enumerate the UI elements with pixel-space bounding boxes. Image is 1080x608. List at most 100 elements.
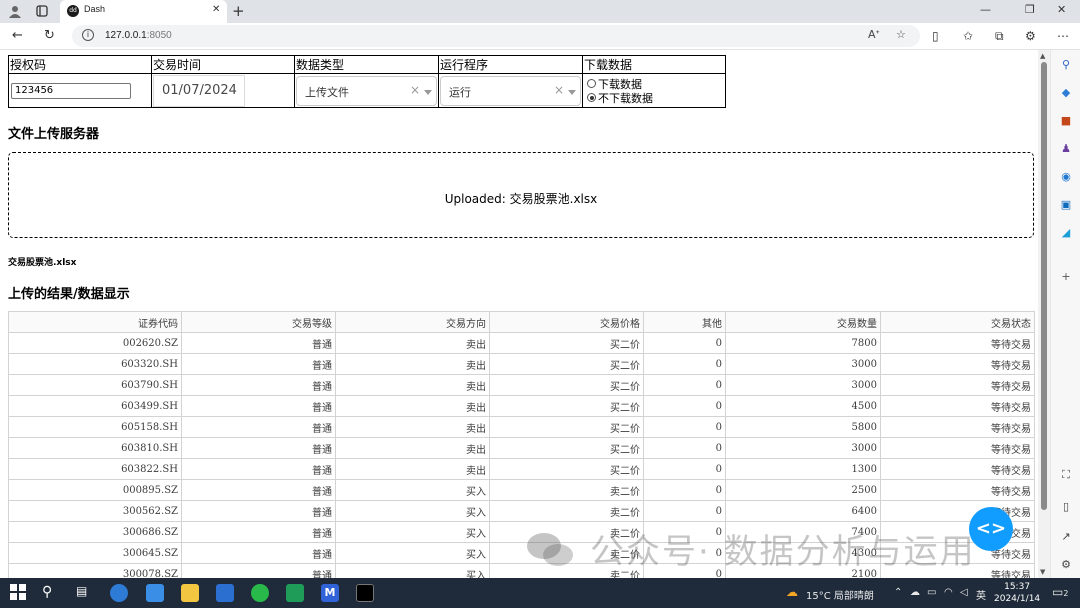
- site-info-icon[interactable]: i: [82, 29, 94, 41]
- table-cell[interactable]: 等待交易: [880, 479, 1035, 501]
- table-cell[interactable]: 普通: [181, 563, 336, 578]
- table-cell[interactable]: 买入: [335, 521, 490, 543]
- mail-icon[interactable]: [146, 584, 164, 602]
- column-header[interactable]: 交易状态: [880, 311, 1035, 333]
- table-cell[interactable]: 0: [643, 479, 726, 501]
- split-screen-icon[interactable]: ▯: [932, 29, 939, 43]
- refresh-icon[interactable]: ↻: [44, 28, 55, 43]
- table-cell[interactable]: 002620.SZ: [8, 332, 182, 354]
- table-cell[interactable]: 买入: [335, 542, 490, 564]
- table-cell[interactable]: 买入: [335, 563, 490, 578]
- table-cell[interactable]: 3000: [725, 437, 881, 459]
- table-cell[interactable]: 0: [643, 332, 726, 354]
- url-field[interactable]: i 127.0.0.1:8050 Aᐩ ☆: [72, 25, 920, 47]
- task-view-icon[interactable]: ▤: [76, 584, 94, 602]
- table-cell[interactable]: 普通: [181, 437, 336, 459]
- table-cell[interactable]: 普通: [181, 458, 336, 480]
- column-header[interactable]: 交易等级: [181, 311, 336, 333]
- table-cell[interactable]: 等待交易: [880, 500, 1035, 522]
- ime-indicator[interactable]: 英: [976, 587, 986, 602]
- table-cell[interactable]: 等待交易: [880, 458, 1035, 480]
- table-cell[interactable]: 3000: [725, 353, 881, 375]
- table-cell[interactable]: 普通: [181, 332, 336, 354]
- table-cell[interactable]: 5800: [725, 416, 881, 438]
- table-cell[interactable]: 卖出: [335, 458, 490, 480]
- screenshot-icon[interactable]: ⛶: [1059, 468, 1073, 482]
- tab-dash[interactable]: dd Dash ✕: [60, 0, 227, 23]
- run-program-dropdown[interactable]: 运行 ×: [440, 75, 581, 106]
- table-cell[interactable]: 卖出: [335, 416, 490, 438]
- onedrive-icon[interactable]: ☁: [910, 587, 920, 598]
- table-cell[interactable]: 卖出: [335, 437, 490, 459]
- table-cell[interactable]: 0: [643, 500, 726, 522]
- games-icon[interactable]: ♟: [1059, 142, 1073, 156]
- table-cell[interactable]: 买二价: [489, 416, 644, 438]
- table-cell[interactable]: 等待交易: [880, 332, 1035, 354]
- table-cell[interactable]: 等待交易: [880, 416, 1035, 438]
- page-nav-button[interactable]: <>: [969, 507, 1013, 551]
- cmd-icon[interactable]: [356, 584, 374, 602]
- table-cell[interactable]: 卖出: [335, 374, 490, 396]
- table-cell[interactable]: 等待交易: [880, 374, 1035, 396]
- table-cell[interactable]: 300686.SZ: [8, 521, 182, 543]
- table-cell[interactable]: 603499.SH: [8, 395, 182, 417]
- profile-icon[interactable]: [6, 3, 24, 19]
- scroll-down-icon[interactable]: ▼: [1040, 568, 1045, 576]
- table-cell[interactable]: 等待交易: [880, 395, 1035, 417]
- battery-icon[interactable]: ▭: [927, 587, 936, 598]
- sidebar-settings-icon[interactable]: ⚙: [1059, 558, 1073, 572]
- volume-icon[interactable]: ◁: [960, 587, 968, 598]
- read-aloud-icon[interactable]: Aᐩ: [868, 28, 880, 41]
- edge-icon[interactable]: [110, 584, 128, 602]
- favorite-star-icon[interactable]: ☆: [896, 28, 906, 41]
- radio-button[interactable]: [587, 79, 596, 88]
- table-cell[interactable]: 000895.SZ: [8, 479, 182, 501]
- table-cell[interactable]: 6400: [725, 500, 881, 522]
- table-cell[interactable]: 603790.SH: [8, 374, 182, 396]
- table-cell[interactable]: 等待交易: [880, 353, 1035, 375]
- chevron-down-icon[interactable]: [568, 89, 576, 95]
- table-cell[interactable]: 买入: [335, 500, 490, 522]
- table-cell[interactable]: 0: [643, 374, 726, 396]
- store-icon[interactable]: [216, 584, 234, 602]
- trade-date-picker[interactable]: 01/07/2024: [153, 74, 245, 107]
- column-header[interactable]: 其他: [643, 311, 726, 333]
- terminal-green-icon[interactable]: [286, 584, 304, 602]
- table-cell[interactable]: 300645.SZ: [8, 542, 182, 564]
- table-cell[interactable]: 0: [643, 437, 726, 459]
- auth-code-input[interactable]: [11, 82, 131, 99]
- table-cell[interactable]: 买二价: [489, 374, 644, 396]
- extension-icon[interactable]: ⚙: [1025, 29, 1036, 43]
- table-cell[interactable]: 买二价: [489, 353, 644, 375]
- clear-icon[interactable]: ×: [554, 83, 564, 97]
- table-cell[interactable]: 0: [643, 395, 726, 417]
- tab-actions-icon[interactable]: [33, 3, 51, 19]
- upload-dropzone[interactable]: Uploaded: 交易股票池.xlsx: [8, 152, 1034, 238]
- chevron-down-icon[interactable]: [424, 89, 432, 95]
- clear-icon[interactable]: ×: [410, 83, 420, 97]
- column-header[interactable]: 交易方向: [335, 311, 490, 333]
- table-cell[interactable]: 普通: [181, 395, 336, 417]
- table-cell[interactable]: 0: [643, 353, 726, 375]
- table-cell[interactable]: 603822.SH: [8, 458, 182, 480]
- table-cell[interactable]: 普通: [181, 542, 336, 564]
- weather-text[interactable]: 15°C 局部晴朗: [806, 587, 874, 602]
- wifi-icon[interactable]: ◠: [944, 587, 953, 598]
- table-cell[interactable]: 卖二价: [489, 500, 644, 522]
- table-cell[interactable]: 603810.SH: [8, 437, 182, 459]
- notification-icon[interactable]: ▭2: [1052, 585, 1068, 599]
- page-scrollbar[interactable]: ▲ ▼: [1038, 50, 1050, 578]
- table-cell[interactable]: 普通: [181, 374, 336, 396]
- scroll-up-icon[interactable]: ▲: [1040, 52, 1045, 60]
- scroll-thumb[interactable]: [1041, 62, 1047, 510]
- copilot-icon[interactable]: ◉: [1059, 170, 1073, 184]
- column-header[interactable]: 证券代码: [8, 311, 182, 333]
- column-header[interactable]: 交易价格: [489, 311, 644, 333]
- send-icon[interactable]: ◢: [1059, 226, 1073, 240]
- table-cell[interactable]: 0: [643, 416, 726, 438]
- table-cell[interactable]: 普通: [181, 353, 336, 375]
- tab-close-icon[interactable]: ✕: [212, 4, 220, 15]
- collections-icon[interactable]: ⧉: [995, 29, 1004, 44]
- table-cell[interactable]: 卖出: [335, 395, 490, 417]
- search-icon[interactable]: ⚲: [1059, 58, 1073, 72]
